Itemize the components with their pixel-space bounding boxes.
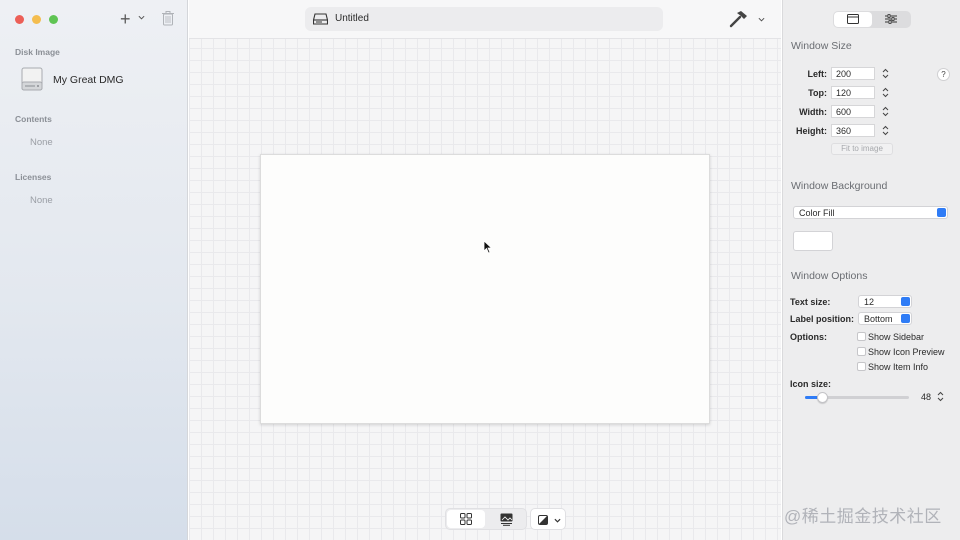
height-field[interactable]: 360 (831, 124, 875, 137)
select-arrows-icon (937, 208, 946, 217)
appearance-icon (538, 515, 548, 525)
height-label: Height: (796, 126, 827, 136)
left-field[interactable]: 200 (831, 67, 875, 80)
toolbar: Untitled (189, 0, 781, 39)
show-item-info-label[interactable]: Show Item Info (868, 362, 928, 372)
window-background-heading: Window Background (791, 180, 888, 192)
text-size-value: 12 (864, 297, 875, 307)
icon-size-slider-knob[interactable] (816, 392, 828, 403)
add-button[interactable]: + (120, 9, 131, 29)
background-fill-value: Color Fill (799, 208, 835, 218)
width-stepper-icon[interactable] (882, 106, 889, 117)
inspector-tabs (833, 11, 911, 28)
icon-size-value: 48 (921, 392, 932, 402)
left-label: Left: (807, 69, 828, 79)
top-field[interactable]: 120 (831, 86, 875, 99)
top-stepper-icon[interactable] (882, 87, 889, 98)
window-preview[interactable] (260, 154, 710, 424)
width-field[interactable]: 600 (831, 105, 875, 118)
label-position-label: Label position: (790, 314, 854, 324)
canvas-area: Untitled (189, 0, 781, 540)
window-size-heading: Window Size (791, 40, 852, 52)
window-options-heading: Window Options (791, 270, 868, 282)
disk-image-name[interactable]: My Great DMG (53, 74, 124, 86)
disk-icon (313, 13, 328, 25)
contents-empty-label: None (30, 137, 53, 148)
icon-size-slider[interactable] (805, 392, 909, 403)
show-icon-preview-checkbox[interactable] (857, 347, 866, 356)
section-licenses: Licenses (15, 172, 52, 182)
background-color-swatch[interactable] (793, 231, 833, 251)
image-view-button[interactable] (487, 510, 525, 528)
view-mode-segmented-control (445, 508, 527, 530)
close-window-button[interactable] (15, 15, 24, 24)
help-button[interactable]: ? (937, 68, 950, 81)
fit-to-image-button[interactable]: Fit to image (831, 143, 893, 155)
mouse-cursor-icon (483, 240, 493, 254)
height-stepper-icon[interactable] (882, 125, 889, 136)
background-fill-select[interactable]: Color Fill (793, 206, 948, 219)
document-title: Untitled (335, 13, 369, 24)
image-view-icon (500, 513, 513, 526)
label-position-select[interactable]: Bottom (858, 312, 912, 325)
section-disk-image: Disk Image (15, 47, 60, 57)
licenses-empty-label: None (30, 195, 53, 206)
grid-view-icon (460, 513, 472, 525)
sliders-icon (885, 14, 897, 24)
maximize-window-button[interactable] (49, 15, 58, 24)
chevron-down-icon[interactable] (138, 14, 145, 21)
watermark: @稀土掘金技术社区 (784, 507, 942, 526)
document-title-bar[interactable]: Untitled (305, 7, 663, 31)
tab-settings[interactable] (872, 12, 910, 27)
icon-size-label: Icon size: (790, 379, 832, 389)
sidebar: + Disk Image My Great DMG Contents None … (0, 0, 188, 540)
plus-icon: + (120, 9, 131, 29)
top-label: Top: (808, 88, 827, 98)
section-contents: Contents (15, 114, 52, 124)
show-icon-preview-label[interactable]: Show Icon Preview (868, 347, 945, 357)
show-sidebar-checkbox[interactable] (857, 332, 866, 341)
select-arrows-icon (901, 314, 910, 323)
appearance-menu-button[interactable] (530, 508, 566, 530)
icon-size-stepper-icon[interactable] (937, 391, 944, 402)
show-sidebar-label[interactable]: Show Sidebar (868, 332, 924, 342)
chevron-down-icon (554, 518, 561, 523)
window-controls (15, 15, 58, 24)
width-label: Width: (799, 107, 827, 117)
trash-icon[interactable] (162, 11, 174, 26)
minimize-window-button[interactable] (32, 15, 41, 24)
select-arrows-icon (901, 297, 910, 306)
grid-view-button[interactable] (447, 510, 485, 528)
hammer-icon[interactable] (729, 10, 749, 28)
options-label: Options: (790, 332, 827, 342)
left-stepper-icon[interactable] (882, 68, 889, 79)
show-item-info-checkbox[interactable] (857, 362, 866, 371)
text-size-label: Text size: (790, 297, 831, 307)
inspector-panel: Window Size ? Left: 200 Top: 120 Width: … (782, 0, 960, 540)
label-position-value: Bottom (864, 314, 893, 324)
window-icon (847, 14, 859, 24)
chevron-down-icon[interactable] (758, 16, 765, 23)
hard-drive-icon[interactable] (21, 67, 43, 91)
tab-window[interactable] (834, 12, 872, 27)
text-size-select[interactable]: 12 (858, 295, 912, 308)
